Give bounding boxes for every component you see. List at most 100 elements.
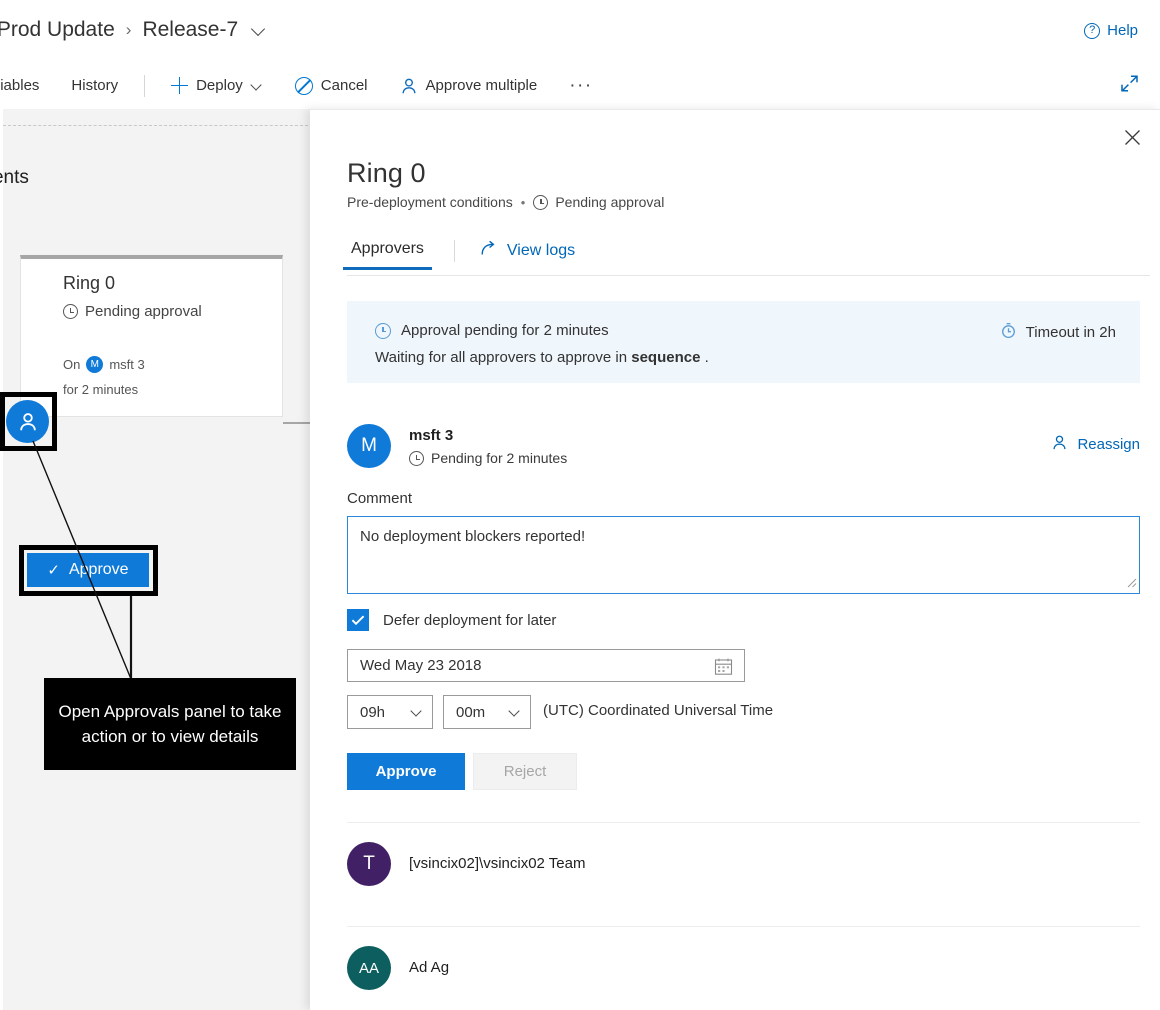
command-cancel[interactable]: Cancel xyxy=(279,62,384,109)
command-bar: Variables History Deploy Cancel xyxy=(0,62,1160,109)
highlight-box-avatar xyxy=(0,392,57,451)
help-label: Help xyxy=(1107,22,1138,39)
help-button[interactable]: ? Help xyxy=(1084,22,1138,39)
close-icon[interactable] xyxy=(1118,123,1146,151)
clock-icon xyxy=(533,195,548,210)
environment-card-ring0[interactable]: Ring 0 Pending approval On M msft 3 for … xyxy=(20,255,283,417)
environment-status: Pending approval xyxy=(63,303,202,320)
avatar: T xyxy=(347,842,391,886)
environment-name: Ring 0 xyxy=(63,273,115,294)
command-variables-label: Variables xyxy=(0,77,39,94)
avatar: M xyxy=(347,424,391,468)
timer-icon xyxy=(1000,322,1017,343)
comment-input[interactable] xyxy=(347,516,1140,594)
defer-hour-value: 09h xyxy=(360,704,385,721)
environment-on-prefix: On xyxy=(63,357,80,372)
approval-status-banner: Approval pending for 2 minutes Waiting f… xyxy=(347,301,1140,383)
command-history-label: History xyxy=(71,77,118,94)
defer-timezone-label: (UTC) Coordinated Universal Time xyxy=(543,702,773,719)
tab-view-logs-label: View logs xyxy=(507,242,575,260)
reassign-label: Reassign xyxy=(1077,436,1140,453)
banner-timeout-label: Timeout in 2h xyxy=(1026,324,1116,341)
approver-name: msft 3 xyxy=(409,427,453,444)
list-divider xyxy=(347,926,1140,927)
approver-list-name: Ad Ag xyxy=(409,959,449,976)
banner-waiting-prefix: Waiting for all approvers to approve in xyxy=(375,349,631,366)
command-history[interactable]: History xyxy=(55,62,134,109)
panel-title: Ring 0 xyxy=(347,158,426,189)
avatar: M xyxy=(86,356,103,373)
person-icon xyxy=(1051,434,1068,455)
environment-on-user: msft 3 xyxy=(109,357,144,372)
environment-pending-on: On M msft 3 xyxy=(63,356,145,373)
breadcrumb-current[interactable]: Release-7 xyxy=(142,18,238,42)
command-approve-multiple-label: Approve multiple xyxy=(426,77,538,94)
clock-icon xyxy=(409,451,424,466)
tab-approvers[interactable]: Approvers xyxy=(347,240,428,269)
chevron-down-icon[interactable] xyxy=(252,23,267,38)
banner-pending-text: Approval pending for 2 minutes xyxy=(401,322,609,339)
panel-tabs: Approvers View logs xyxy=(347,240,1150,276)
defer-date-field[interactable]: Wed May 23 2018 xyxy=(347,649,745,682)
breadcrumb: se - Prod Update › Release-7 xyxy=(0,18,267,42)
approver-list-name: [vsincix02]\vsincix02 Team xyxy=(409,855,585,872)
command-deploy-label: Deploy xyxy=(196,77,243,94)
canvas-dashed-divider xyxy=(3,125,313,126)
banner-waiting-suffix: . xyxy=(700,349,708,366)
subtitle-dot: • xyxy=(521,195,526,210)
defer-hour-select[interactable]: 09h xyxy=(347,695,433,729)
defer-deployment-label: Defer deployment for later xyxy=(383,612,556,629)
calendar-icon[interactable] xyxy=(714,657,733,680)
list-divider xyxy=(347,822,1140,823)
top-bar: se - Prod Update › Release-7 ? Help xyxy=(0,0,1160,62)
chevron-down-icon xyxy=(411,706,423,718)
defer-deployment-checkbox[interactable]: Defer deployment for later xyxy=(347,609,556,631)
environments-heading: onments xyxy=(0,167,29,189)
command-variables[interactable]: Variables xyxy=(0,62,55,109)
reject-button: Reject xyxy=(473,753,577,790)
approve-button[interactable]: Approve xyxy=(347,753,465,790)
environment-status-label: Pending approval xyxy=(85,303,202,320)
tab-approvers-label: Approvers xyxy=(351,240,424,257)
ban-icon xyxy=(295,77,313,95)
command-overflow[interactable]: ··· xyxy=(553,62,608,109)
clock-icon xyxy=(63,304,78,319)
panel-subtitle: Pre-deployment conditions • Pending appr… xyxy=(347,194,664,210)
panel-subtitle-primary: Pre-deployment conditions xyxy=(347,194,513,210)
defer-date-value: Wed May 23 2018 xyxy=(360,657,481,674)
plus-icon xyxy=(171,77,188,94)
share-arrow-icon xyxy=(480,240,498,262)
environment-duration: for 2 minutes xyxy=(63,382,138,397)
approver-status-label: Pending for 2 minutes xyxy=(431,450,567,466)
highlight-box-approve xyxy=(19,545,158,596)
defer-minute-select[interactable]: 00m xyxy=(443,695,531,729)
chevron-down-icon[interactable] xyxy=(251,80,263,92)
banner-pending-row: Approval pending for 2 minutes xyxy=(375,322,609,339)
tabs-divider xyxy=(454,240,455,262)
command-approve-multiple[interactable]: Approve multiple xyxy=(384,62,554,109)
avatar: AA xyxy=(347,946,391,990)
person-icon xyxy=(400,77,418,95)
banner-waiting-row: Waiting for all approvers to approve in … xyxy=(375,349,709,366)
command-deploy[interactable]: Deploy xyxy=(155,62,279,109)
reassign-button[interactable]: Reassign xyxy=(1051,434,1140,455)
chevron-down-icon xyxy=(509,706,521,718)
app-root: se - Prod Update › Release-7 ? Help Vari… xyxy=(0,0,1160,1010)
tab-view-logs[interactable]: View logs xyxy=(480,240,575,273)
banner-waiting-bold: sequence xyxy=(631,349,700,366)
command-cancel-label: Cancel xyxy=(321,77,368,94)
annotation-callout: Open Approvals panel to take action or t… xyxy=(44,678,296,770)
defer-minute-value: 00m xyxy=(456,704,485,721)
ellipsis-icon: ··· xyxy=(569,76,592,95)
question-mark-icon: ? xyxy=(1084,23,1100,39)
comment-label: Comment xyxy=(347,490,412,507)
expand-icon[interactable] xyxy=(1119,73,1140,99)
clock-icon xyxy=(375,323,391,339)
command-bar-items: Variables History Deploy Cancel xyxy=(0,62,609,109)
breadcrumb-root[interactable]: se - Prod Update xyxy=(0,18,115,42)
panel-subtitle-status: Pending approval xyxy=(555,194,664,210)
checkbox-checked-icon xyxy=(347,609,369,631)
breadcrumb-separator: › xyxy=(126,20,132,40)
approver-status: Pending for 2 minutes xyxy=(409,450,567,466)
banner-timeout: Timeout in 2h xyxy=(1000,322,1116,343)
